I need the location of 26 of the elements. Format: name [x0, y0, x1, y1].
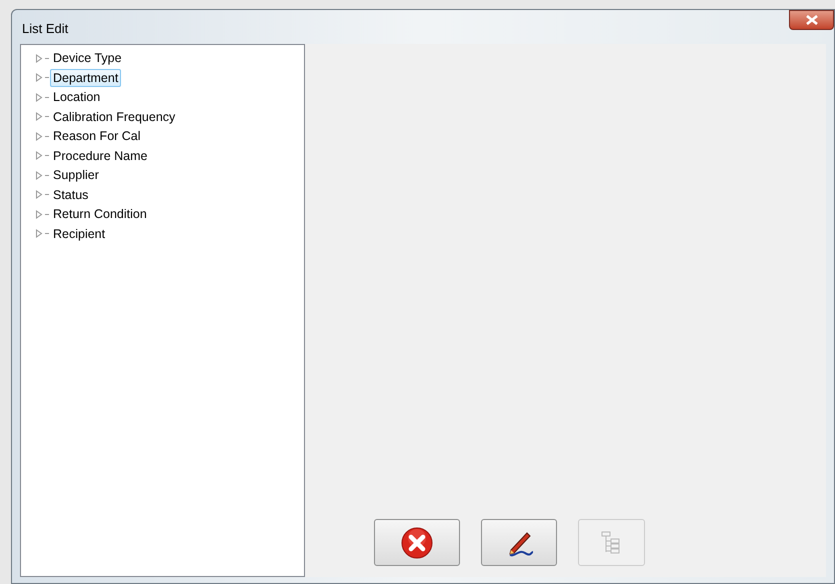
cancel-icon: [401, 526, 433, 558]
expand-arrow-icon[interactable]: [35, 54, 43, 63]
window-title: List Edit: [21, 20, 68, 38]
tree-item[interactable]: Procedure Name: [50, 146, 150, 165]
cancel-button[interactable]: [374, 519, 460, 566]
expand-arrow-icon[interactable]: [35, 170, 43, 180]
expand-arrow-icon[interactable]: [35, 112, 43, 122]
tree-item[interactable]: Device Type: [50, 49, 125, 68]
expand-arrow-icon[interactable]: [35, 92, 43, 102]
close-button[interactable]: [789, 10, 834, 30]
tree-item[interactable]: Location: [50, 88, 104, 106]
tree-item[interactable]: Return Condition: [50, 205, 150, 224]
expand-arrow-icon[interactable]: [35, 151, 43, 160]
tree-item[interactable]: Calibration Frequency: [50, 108, 178, 126]
tree-item[interactable]: Recipient: [50, 224, 108, 243]
expand-arrow-icon[interactable]: [35, 229, 43, 238]
expand-arrow-icon[interactable]: [35, 190, 43, 200]
expand-arrow-icon[interactable]: [35, 210, 43, 219]
tree-item[interactable]: Reason For Cal: [50, 127, 144, 146]
expand-arrow-icon[interactable]: [35, 132, 43, 141]
tree-item[interactable]: Department: [50, 68, 122, 87]
expand-arrow-icon[interactable]: [35, 73, 43, 82]
edit-button[interactable]: [481, 519, 557, 566]
tree-item[interactable]: Status: [50, 186, 92, 204]
tree-item[interactable]: Supplier: [50, 166, 102, 184]
close-icon: [806, 15, 818, 25]
